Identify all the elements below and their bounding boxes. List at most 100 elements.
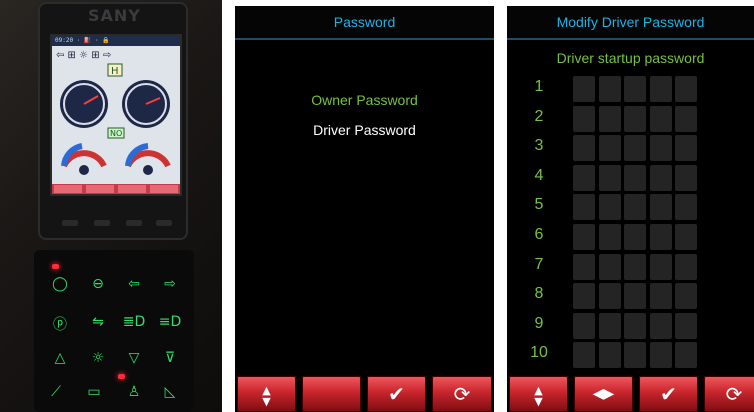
- password-digit-cell[interactable]: [573, 312, 595, 339]
- row-number: 10: [530, 344, 548, 362]
- password-digit-cell[interactable]: [624, 283, 646, 310]
- wiper-icon: ▽: [128, 350, 140, 366]
- password-digit-cell[interactable]: [649, 283, 672, 310]
- lamp-icon: ⊖: [92, 276, 104, 292]
- right-turn-icon: ⇨: [164, 276, 176, 292]
- blank-softkey[interactable]: [302, 376, 361, 412]
- row-number: 7: [534, 255, 544, 273]
- password-digit-cell[interactable]: [598, 342, 621, 369]
- password-digit-cell[interactable]: [598, 224, 621, 250]
- seat-icon: ⟋: [51, 384, 61, 400]
- password-digit-cell[interactable]: [598, 105, 621, 132]
- password-digit-cell[interactable]: [675, 194, 697, 221]
- password-digit-cell[interactable]: [573, 76, 595, 102]
- row-number: 5: [534, 196, 544, 214]
- password-digit-cell[interactable]: [649, 312, 672, 339]
- password-digit-cell[interactable]: [573, 164, 595, 191]
- owner-password-item[interactable]: Owner Password: [235, 92, 494, 108]
- low-beam-icon: ≣D: [122, 314, 146, 330]
- row-number: 8: [534, 285, 544, 303]
- brand-logo: SANY: [88, 6, 141, 25]
- refresh-icon: ⟳: [725, 382, 743, 406]
- left-turn-icon: ⇦: [128, 276, 140, 292]
- password-digit-cell[interactable]: [573, 135, 595, 162]
- password-digit-cell[interactable]: [649, 342, 672, 369]
- row-number: 4: [534, 166, 544, 184]
- password-digit-cell[interactable]: [573, 224, 595, 250]
- password-digit-cell[interactable]: [598, 76, 621, 102]
- checkmark-icon: ✔: [388, 382, 405, 406]
- row-number: 3: [534, 137, 544, 155]
- refresh-button[interactable]: ⟳: [432, 376, 492, 412]
- page-title: Modify Driver Password: [507, 6, 754, 40]
- row-number: 1: [534, 78, 544, 95]
- password-digit-cell[interactable]: [573, 283, 595, 310]
- led-indicator: [118, 374, 125, 379]
- password-digit-cell[interactable]: [624, 164, 646, 191]
- password-digit-cell[interactable]: [675, 342, 697, 369]
- washer-icon: ⊽: [164, 350, 176, 366]
- password-digit-cell[interactable]: [675, 76, 697, 102]
- password-digit-cell[interactable]: [573, 105, 595, 132]
- password-digit-cell[interactable]: [675, 312, 697, 339]
- section-subtitle: Driver startup password: [556, 50, 705, 66]
- password-digit-cell[interactable]: [649, 105, 672, 132]
- driver-password-item[interactable]: Driver Password: [235, 122, 494, 138]
- password-digit-cell[interactable]: [624, 135, 646, 162]
- password-digit-cell[interactable]: [598, 283, 621, 310]
- up-down-button[interactable]: ▲ ▼: [509, 376, 568, 412]
- password-digit-cell[interactable]: [624, 312, 646, 339]
- password-digit-cell[interactable]: [598, 312, 621, 339]
- modify-password-screen: Modify Driver Password Driver startup pa…: [507, 6, 754, 412]
- up-down-arrows-icon: ▲ ▼: [534, 383, 543, 408]
- password-digit-cell[interactable]: [624, 76, 646, 102]
- password-digit-cell[interactable]: [675, 224, 697, 250]
- gear-indicator: H: [111, 66, 119, 77]
- password-digit-cell[interactable]: [675, 164, 697, 191]
- up-down-button[interactable]: ▲ ▼: [237, 376, 296, 412]
- password-digit-cell[interactable]: [573, 194, 595, 221]
- led-indicator: [52, 264, 59, 269]
- password-digit-cell[interactable]: [675, 283, 697, 310]
- password-digit-cell[interactable]: [598, 135, 621, 162]
- password-digit-cell[interactable]: [624, 224, 646, 250]
- person-icon: ♙: [127, 384, 141, 400]
- password-digit-cell[interactable]: [624, 194, 646, 221]
- password-digit-cell[interactable]: [598, 164, 621, 191]
- svg-text:⇦ ⊞ ☼ ⊞ ⇨: ⇦ ⊞ ☼ ⊞ ⇨: [56, 50, 111, 61]
- password-digit-cell[interactable]: [649, 164, 672, 191]
- row-number: 9: [534, 314, 544, 332]
- refresh-icon: ⟳: [453, 382, 471, 406]
- softkey-bar: ▲ ▼ ✔ ⟳: [235, 374, 494, 412]
- password-digit-cell[interactable]: [624, 105, 646, 132]
- password-digit-cell[interactable]: [573, 342, 595, 369]
- refresh-button[interactable]: ⟳: [704, 376, 754, 412]
- password-digit-cell[interactable]: [649, 224, 672, 250]
- device-photo: SANY 09:20 · ⛽ · 🔒 ⇦ ⊞ ☼ ⊞ ⇨ H NO ◯ ⊖ ⇦ …: [0, 0, 222, 412]
- password-digit-cell[interactable]: [624, 342, 646, 369]
- password-digit-cell[interactable]: [649, 194, 672, 221]
- display-screen: 09:20 · ⛽ · 🔒 ⇦ ⊞ ☼ ⊞ ⇨ H NO ⚠ ⚙ ✕ ≈ ◉ ▭: [50, 34, 182, 196]
- keypad: ◯ ⊖ ⇦ ⇨ ⓟ ⇋ ≣D ≡D △ ☼ ▽ ⊽ ⟋ ▭ ♙ ◺: [34, 250, 194, 412]
- high-beam-icon: ≡D: [158, 314, 182, 330]
- confirm-button[interactable]: ✔: [367, 376, 426, 412]
- row-number: 2: [534, 107, 544, 125]
- password-digit-cell[interactable]: [675, 253, 697, 280]
- password-digit-cell[interactable]: [598, 194, 621, 221]
- confirm-button[interactable]: ✔: [639, 376, 698, 412]
- password-digit-cell[interactable]: [624, 253, 646, 280]
- password-digit-cell[interactable]: [649, 253, 672, 280]
- password-digit-cell[interactable]: [649, 135, 672, 162]
- softkey-bar: ▲ ▼ ◀▶ ✔ ⟳: [507, 374, 754, 412]
- password-digit-cell[interactable]: [598, 253, 621, 280]
- page-title: Password: [235, 6, 494, 40]
- password-menu-screen: Password Owner Password Driver Password …: [235, 6, 494, 412]
- password-digit-cell[interactable]: [675, 105, 697, 132]
- brake-icon: ⓟ: [53, 317, 67, 333]
- up-down-arrows-icon: ▲ ▼: [262, 383, 271, 408]
- password-digit-cell[interactable]: [649, 76, 672, 102]
- password-digit-cell[interactable]: [573, 253, 595, 280]
- left-right-button[interactable]: ◀▶: [574, 376, 633, 412]
- row-number: 6: [534, 226, 544, 243]
- password-digit-cell[interactable]: [675, 135, 697, 162]
